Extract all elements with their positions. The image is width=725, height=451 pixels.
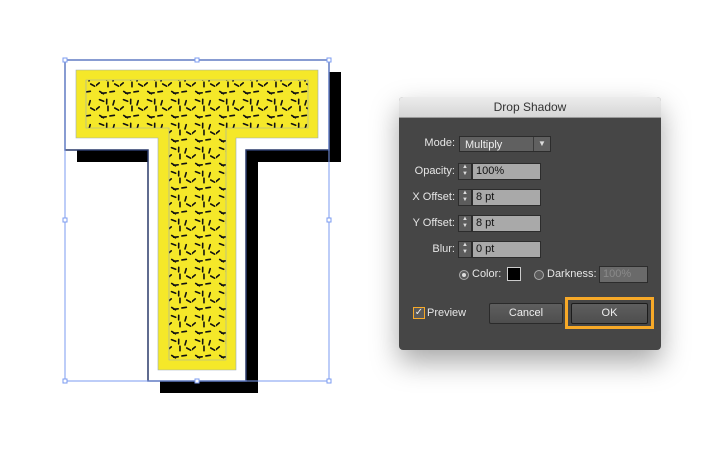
- preview-label: Preview: [427, 307, 467, 319]
- darkness-input[interactable]: 100%: [599, 266, 648, 283]
- resize-handle[interactable]: [194, 378, 200, 384]
- preview-checkbox[interactable]: ✓: [413, 307, 425, 319]
- resize-handle[interactable]: [62, 217, 68, 223]
- color-radio[interactable]: [459, 270, 469, 280]
- mode-dropdown[interactable]: Multiply ▼: [459, 136, 551, 152]
- mode-value: Multiply: [465, 139, 503, 151]
- x-offset-label: X Offset:: [412, 191, 455, 203]
- opacity-input[interactable]: 100%: [472, 163, 541, 180]
- resize-handle[interactable]: [326, 57, 332, 63]
- resize-handle[interactable]: [194, 57, 200, 63]
- blur-stepper[interactable]: ▲ ▼: [458, 241, 472, 258]
- darkness-label: Darkness:: [547, 268, 597, 280]
- letter-t-artwork[interactable]: [0, 0, 360, 451]
- mode-label: Mode:: [424, 137, 455, 149]
- resize-handle[interactable]: [326, 378, 332, 384]
- y-offset-label: Y Offset:: [412, 217, 455, 229]
- y-offset-stepper[interactable]: ▲ ▼: [458, 215, 472, 232]
- opacity-stepper[interactable]: ▲ ▼: [458, 163, 472, 180]
- color-swatch[interactable]: [507, 267, 521, 281]
- opacity-label: Opacity:: [414, 165, 455, 177]
- chevron-down-icon: ▼: [533, 137, 550, 151]
- blur-input[interactable]: 0 pt: [472, 241, 541, 258]
- resize-handle[interactable]: [62, 57, 68, 63]
- darkness-radio[interactable]: [534, 270, 544, 280]
- x-offset-stepper[interactable]: ▲ ▼: [458, 189, 472, 206]
- cancel-button[interactable]: Cancel: [489, 303, 563, 324]
- resize-handle[interactable]: [62, 378, 68, 384]
- color-label: Color:: [472, 268, 502, 280]
- dialog-title: Drop Shadow: [399, 97, 661, 118]
- dash-pattern: [85, 79, 309, 361]
- blur-label: Blur:: [432, 243, 455, 255]
- ok-button[interactable]: OK: [571, 303, 648, 324]
- x-offset-input[interactable]: 8 pt: [472, 189, 541, 206]
- y-offset-input[interactable]: 8 pt: [472, 215, 541, 232]
- drop-shadow-dialog: Drop Shadow Mode: Multiply ▼ Opacity: ▲ ▼ …: [399, 97, 661, 350]
- resize-handle[interactable]: [326, 217, 332, 223]
